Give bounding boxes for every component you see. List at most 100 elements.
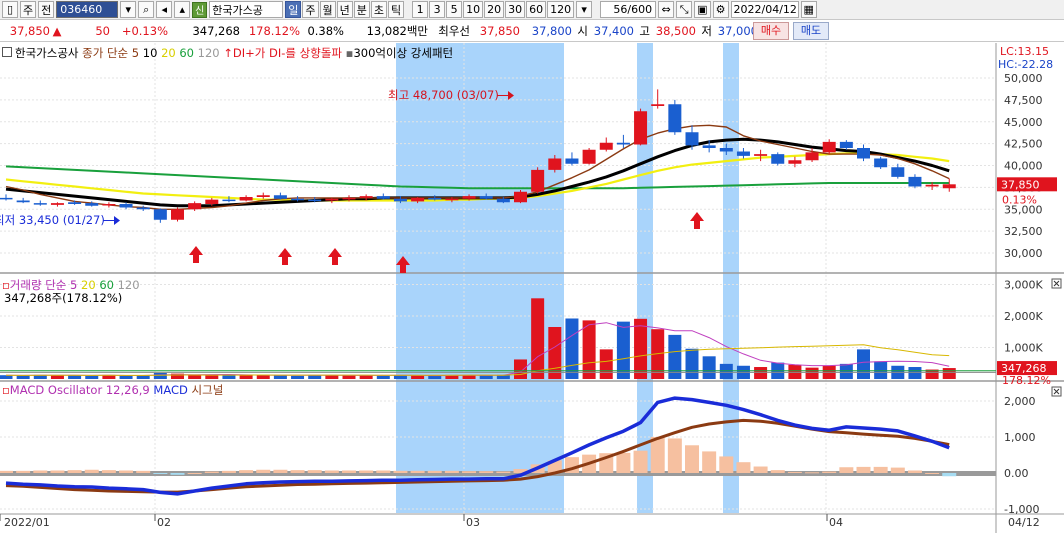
- period-tab-1[interactable]: 주: [302, 1, 319, 18]
- macd-osc-bar-36: [616, 452, 631, 473]
- buy-button[interactable]: 매수: [753, 22, 789, 40]
- macd-osc-bar-10: [170, 473, 185, 475]
- candle-38: [651, 104, 665, 106]
- candle-55: [942, 184, 956, 189]
- volume-bar-8: [136, 375, 150, 379]
- candle-36: [616, 142, 630, 145]
- candle-5: [85, 203, 99, 206]
- macd-tick-2: 0.00: [1004, 467, 1029, 480]
- macd-osc-bar-24: [410, 470, 425, 473]
- candle-20: [342, 197, 356, 200]
- volume-bar-17: [291, 375, 305, 379]
- interval-tab-7[interactable]: 120: [547, 1, 575, 18]
- candle-4: [68, 202, 82, 204]
- macd-osc-bar-21: [359, 470, 374, 473]
- prev-stock-icon[interactable]: ▴: [174, 1, 191, 18]
- last-pct-label: 0.13%: [1002, 193, 1037, 206]
- volume-bar-34: [582, 320, 596, 379]
- interval-tab-6[interactable]: 60: [526, 1, 547, 18]
- last-price-label: 37,850: [1001, 178, 1040, 191]
- macd-osc-bar-12: [204, 471, 219, 473]
- candle-25: [428, 197, 442, 200]
- period-tab-3[interactable]: 년: [336, 1, 353, 18]
- candle-49: [839, 141, 853, 148]
- macd-osc-bar-43: [736, 462, 751, 473]
- volume-bar-35: [599, 349, 613, 379]
- macd-osc-bar-2: [33, 470, 48, 473]
- macd-osc-bar-38: [650, 437, 665, 473]
- candle-0: [0, 197, 13, 200]
- sound-icon[interactable]: ◂: [156, 1, 173, 18]
- volume-bar-49: [839, 363, 853, 379]
- candle-7: [119, 204, 133, 208]
- save-icon[interactable]: ▣: [694, 1, 711, 18]
- candle-19: [325, 198, 339, 201]
- date-field[interactable]: 2022/04/12: [730, 1, 799, 18]
- volume-bar-42: [719, 363, 733, 379]
- period-tab-5[interactable]: 초: [370, 1, 387, 18]
- hc-label: HC:-22.28: [998, 58, 1054, 71]
- bar-count-field[interactable]: 56/600: [600, 1, 657, 18]
- candle-26: [445, 198, 459, 201]
- macd-osc-bar-51: [873, 466, 888, 473]
- macd-osc-bar-46: [787, 471, 802, 473]
- legend-macd-signal: 시그널: [191, 383, 224, 397]
- candle-46: [788, 160, 802, 164]
- candle-27: [462, 196, 476, 199]
- legend-settings-icon[interactable]: [2, 47, 12, 57]
- period-tab-6[interactable]: 틱: [388, 1, 405, 18]
- open-price: 37,400: [593, 23, 634, 38]
- candle-24: [411, 197, 425, 202]
- zoom-icon[interactable]: ⇔: [658, 1, 675, 18]
- interval-tab-1[interactable]: 3: [429, 1, 446, 18]
- volume-bar-16: [273, 375, 287, 379]
- interval-tab-3[interactable]: 10: [463, 1, 484, 18]
- open-label: 시: [577, 23, 588, 38]
- interval-dropdown-icon[interactable]: ▾: [576, 1, 593, 18]
- macd-osc-bar-20: [342, 470, 356, 473]
- candle-34: [582, 149, 596, 164]
- volume-bar-44: [754, 367, 768, 379]
- macd-osc-bar-39: [667, 438, 682, 473]
- volume-bar-47: [805, 367, 819, 379]
- candle-54: [925, 184, 939, 187]
- period-tab-4[interactable]: 분: [353, 1, 370, 18]
- interval-tab-2[interactable]: 5: [446, 1, 463, 18]
- volume-bar-22: [376, 375, 390, 379]
- last-vol-pct-label: 178.12%: [1002, 374, 1051, 387]
- search-icon[interactable]: ⌕: [138, 1, 155, 18]
- gear-icon[interactable]: ⚙: [712, 1, 729, 18]
- highlight-zone-0: [396, 43, 564, 513]
- period-tab-0[interactable]: 일: [285, 1, 302, 18]
- candle-47: [805, 152, 819, 161]
- highlight-zone-2: [723, 43, 739, 513]
- interval-tab-0[interactable]: 1: [412, 1, 429, 18]
- scope-button[interactable]: 전: [38, 1, 55, 18]
- quote-turnover: 0.38%: [307, 23, 344, 38]
- candle-6: [102, 204, 116, 206]
- interval-tab-5[interactable]: 30: [505, 1, 526, 18]
- price-tick-4: 40,000: [1004, 160, 1043, 173]
- interval-tab-4[interactable]: 20: [484, 1, 505, 18]
- sell-button[interactable]: 매도: [793, 22, 829, 40]
- macd-osc-bar-13: [221, 470, 236, 473]
- chart-area[interactable]: 최고 48,700 (03/07) 최저 33,450 (01/27) 50,00…: [0, 43, 1064, 533]
- stock-code-input[interactable]: 036460: [56, 1, 119, 18]
- macd-osc-bar-1: [16, 470, 31, 473]
- calendar-icon[interactable]: ▦: [800, 1, 817, 18]
- volume-bar-51: [874, 361, 888, 379]
- macd-osc-bar-11: [187, 473, 202, 474]
- panel-icon[interactable]: ▯: [2, 1, 18, 18]
- price-tick-1: 47,500: [1004, 94, 1043, 107]
- chart-canvas[interactable]: 최고 48,700 (03/07) 최저 33,450 (01/27) 50,00…: [0, 43, 1064, 533]
- period-tab-2[interactable]: 월: [319, 1, 336, 18]
- legend-signal-icon: ↑: [223, 46, 233, 60]
- x-label-feb: 02: [157, 516, 171, 529]
- code-dropdown-icon[interactable]: ▾: [120, 1, 137, 18]
- macd-osc-bar-49: [839, 467, 854, 473]
- tool-icon[interactable]: ⤡: [676, 1, 693, 18]
- volume-bar-37: [634, 318, 648, 379]
- macd-osc-bar-6: [101, 470, 116, 473]
- market-select[interactable]: 주: [20, 1, 37, 18]
- high-annotation: 최고 48,700 (03/07): [388, 88, 499, 102]
